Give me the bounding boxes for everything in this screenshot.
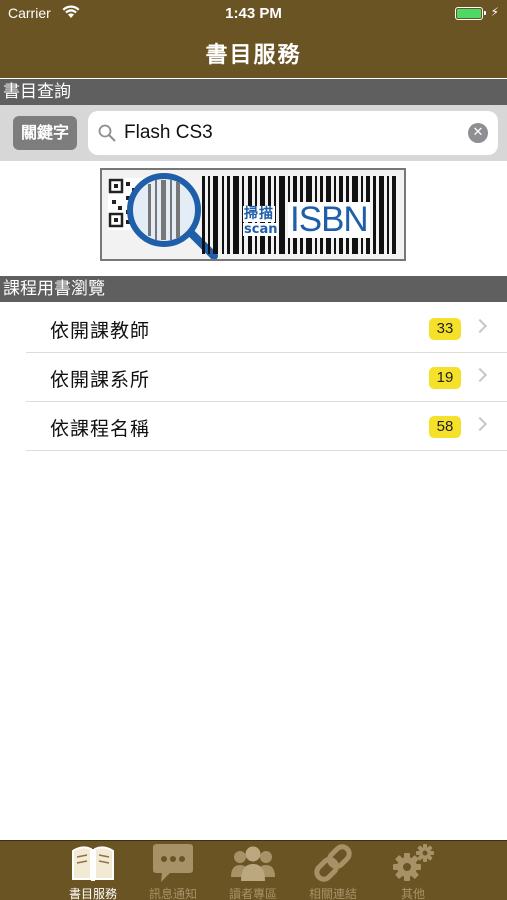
charging-bolt-icon: ⚡ [490,5,499,19]
tab-other[interactable]: 其他 [373,841,453,900]
battery-icon [455,7,486,20]
link-icon [314,844,352,882]
tab-related-links[interactable]: 相關連結 [293,841,373,900]
magnifier-icon [127,173,218,259]
count-badge: 19 [429,367,461,389]
page-title: 書目服務 [205,43,302,68]
clear-icon[interactable]: ✕ [468,123,488,143]
search-input[interactable]: Flash CS3 ✕ [88,111,498,155]
search-icon [98,124,116,142]
scan-label-chinese: 掃描 [243,206,275,222]
tab-label: 相關連結 [308,887,357,900]
section-header-course-books: 課程用書瀏覽 [0,276,507,302]
tab-label: 書目服務 [68,887,117,900]
book-icon [72,846,114,881]
list-item-by-course-name[interactable]: 依課程名稱 58 [26,402,507,451]
tab-label: 訊息通知 [148,887,197,900]
scan-isbn-button[interactable]: 掃描 scan ISBN [100,168,406,261]
scan-area: 掃描 scan ISBN [0,161,507,276]
tab-label: 其他 [400,887,425,900]
list-item-by-department[interactable]: 依開課系所 19 [26,353,507,402]
list-item-label: 依課程名稱 [50,418,151,440]
scan-label-english: scan [243,222,279,237]
scan-label-isbn: ISBN [288,200,370,239]
tab-bibliographic-service[interactable]: 書目服務 [53,841,133,900]
search-bar: 關鍵字 Flash CS3 ✕ [0,105,507,161]
search-input-value: Flash CS3 [124,122,213,143]
people-icon [231,846,275,881]
gears-icon [393,844,434,881]
tab-bar: 書目服務 訊息通知 讀者專區 相關連結 其他 [0,840,507,900]
status-time: 1:43 PM [225,5,282,22]
chevron-right-icon [472,416,488,432]
tab-label: 讀者專區 [228,887,277,900]
status-bar: Carrier 1:43 PM ⚡ [0,0,507,28]
list-item-label: 依開課教師 [50,320,151,342]
count-badge: 33 [429,318,461,340]
count-badge: 58 [429,416,461,438]
list-item-by-teacher[interactable]: 依開課教師 33 [26,304,507,353]
keyword-button[interactable]: 關鍵字 [13,116,77,150]
tab-reader-zone[interactable]: 讀者專區 [213,841,293,900]
tab-notifications[interactable]: 訊息通知 [133,841,213,900]
chevron-right-icon [472,367,488,383]
section-header-search: 書目查詢 [0,79,507,105]
course-browse-list: 依開課教師 33 依開課系所 19 依課程名稱 58 [0,304,507,451]
chevron-right-icon [472,318,488,334]
list-item-label: 依開課系所 [50,369,151,391]
speech-bubble-icon [153,844,193,882]
navigation-bar: 書目服務 [0,28,507,78]
